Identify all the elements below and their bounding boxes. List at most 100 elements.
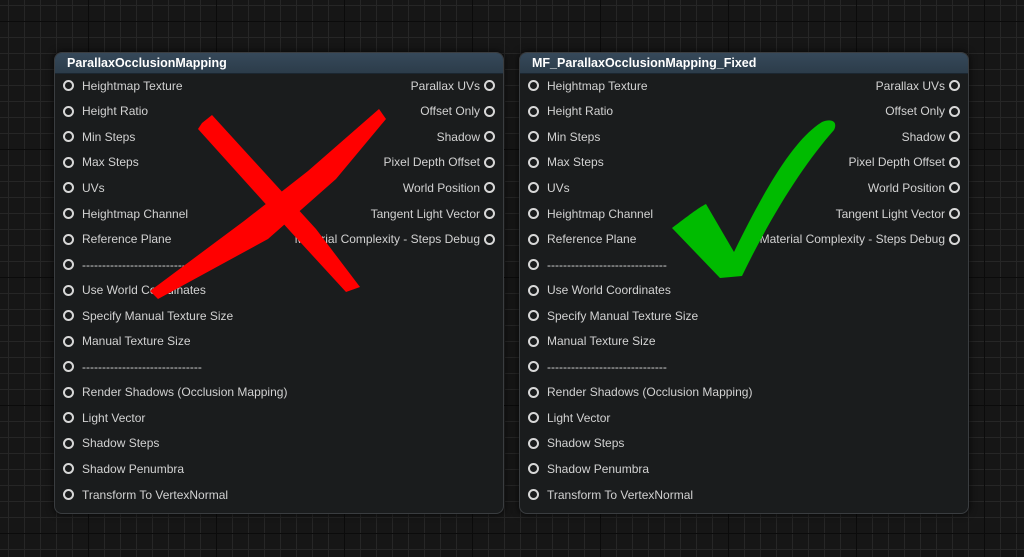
input-pin-row[interactable]: Shadow Penumbra bbox=[63, 456, 287, 482]
input-pin-row[interactable]: Height Ratio bbox=[63, 99, 287, 125]
input-pin-row[interactable]: Light Vector bbox=[528, 405, 752, 431]
output-pin-icon[interactable] bbox=[484, 80, 495, 92]
output-pin-row[interactable]: Pixel Depth Offset bbox=[295, 150, 495, 176]
input-pin-row[interactable]: Max Steps bbox=[528, 150, 752, 176]
output-pin-row[interactable]: Material Complexity - Steps Debug bbox=[760, 226, 960, 252]
node-title[interactable]: MF_ParallaxOcclusionMapping_Fixed bbox=[520, 53, 968, 74]
input-pin-icon[interactable] bbox=[528, 361, 539, 373]
output-pin-icon[interactable] bbox=[949, 233, 960, 245]
input-pin-row[interactable]: ------------------------------ bbox=[528, 354, 752, 380]
output-pin-icon[interactable] bbox=[949, 105, 960, 117]
input-pin-icon[interactable] bbox=[528, 437, 539, 449]
input-pin-icon[interactable] bbox=[63, 208, 74, 219]
input-pin-icon[interactable] bbox=[528, 310, 539, 322]
node-title[interactable]: ParallaxOcclusionMapping bbox=[55, 53, 503, 74]
input-pin-icon[interactable] bbox=[63, 386, 74, 398]
output-pin-icon[interactable] bbox=[484, 156, 495, 168]
input-pin-row[interactable]: UVs bbox=[528, 175, 752, 201]
input-pin-row[interactable]: ------------------------------ bbox=[528, 252, 752, 278]
input-pin-icon[interactable] bbox=[528, 489, 539, 501]
output-pin-row[interactable]: Parallax UVs bbox=[295, 73, 495, 99]
input-pin-row[interactable]: Shadow Steps bbox=[63, 431, 287, 457]
input-pin-icon[interactable] bbox=[528, 208, 539, 219]
output-pin-row[interactable]: Tangent Light Vector bbox=[760, 201, 960, 227]
input-pin-icon[interactable] bbox=[63, 335, 74, 347]
output-pin-icon[interactable] bbox=[949, 80, 960, 92]
input-pin-icon[interactable] bbox=[63, 284, 74, 296]
input-pin-row[interactable]: Shadow Steps bbox=[528, 431, 752, 457]
output-pin-row[interactable]: World Position bbox=[295, 175, 495, 201]
input-pin-row[interactable]: Reference Plane bbox=[528, 226, 752, 252]
input-pin-icon[interactable] bbox=[528, 233, 539, 245]
output-pin-icon[interactable] bbox=[949, 208, 960, 219]
output-pin-row[interactable]: World Position bbox=[760, 175, 960, 201]
output-pin-row[interactable]: Pixel Depth Offset bbox=[760, 150, 960, 176]
input-pin-icon[interactable] bbox=[63, 310, 74, 322]
output-pin-row[interactable]: Parallax UVs bbox=[760, 73, 960, 99]
input-pin-icon[interactable] bbox=[528, 463, 539, 475]
output-pin-icon[interactable] bbox=[484, 233, 495, 245]
input-pin-icon[interactable] bbox=[528, 284, 539, 296]
input-pin-row[interactable]: Heightmap Texture bbox=[63, 73, 287, 99]
input-pin-icon[interactable] bbox=[528, 80, 539, 92]
input-pin-icon[interactable] bbox=[63, 361, 74, 373]
input-pin-icon[interactable] bbox=[63, 182, 74, 194]
input-pin-icon[interactable] bbox=[63, 259, 74, 271]
input-pin-icon[interactable] bbox=[63, 489, 74, 501]
input-pin-row[interactable]: ------------------------------ bbox=[63, 252, 287, 278]
input-pin-icon[interactable] bbox=[63, 80, 74, 92]
input-pin-row[interactable]: Reference Plane bbox=[63, 226, 287, 252]
input-pin-row[interactable]: Transform To VertexNormal bbox=[63, 482, 287, 508]
input-pin-icon[interactable] bbox=[63, 131, 74, 143]
input-pin-icon[interactable] bbox=[528, 335, 539, 347]
input-pin-row[interactable]: Height Ratio bbox=[528, 99, 752, 125]
input-pin-icon[interactable] bbox=[63, 412, 74, 424]
input-pin-row[interactable]: Max Steps bbox=[63, 150, 287, 176]
output-pin-row[interactable]: Material Complexity - Steps Debug bbox=[295, 226, 495, 252]
output-pin-icon[interactable] bbox=[484, 208, 495, 219]
input-pin-icon[interactable] bbox=[63, 105, 74, 117]
output-pin-row[interactable]: Offset Only bbox=[760, 99, 960, 125]
input-pin-row[interactable]: Min Steps bbox=[528, 124, 752, 150]
output-pin-icon[interactable] bbox=[484, 182, 495, 194]
input-pin-row[interactable]: Use World Coordinates bbox=[63, 277, 287, 303]
input-pin-row[interactable]: UVs bbox=[63, 175, 287, 201]
output-pin-row[interactable]: Shadow bbox=[295, 124, 495, 150]
output-pin-icon[interactable] bbox=[484, 131, 495, 143]
output-pin-icon[interactable] bbox=[949, 131, 960, 143]
input-pin-row[interactable]: Specify Manual Texture Size bbox=[528, 303, 752, 329]
input-pin-row[interactable]: Render Shadows (Occlusion Mapping) bbox=[63, 380, 287, 406]
input-pin-icon[interactable] bbox=[63, 233, 74, 245]
input-pin-icon[interactable] bbox=[63, 437, 74, 449]
material-function-node-fixed[interactable]: MF_ParallaxOcclusionMapping_Fixed Height… bbox=[519, 52, 969, 514]
input-pin-row[interactable]: Heightmap Channel bbox=[63, 201, 287, 227]
output-pin-row[interactable]: Tangent Light Vector bbox=[295, 201, 495, 227]
input-pin-row[interactable]: Manual Texture Size bbox=[528, 328, 752, 354]
input-pin-row[interactable]: Specify Manual Texture Size bbox=[63, 303, 287, 329]
input-pin-icon[interactable] bbox=[528, 386, 539, 398]
input-pin-icon[interactable] bbox=[528, 182, 539, 194]
input-pin-icon[interactable] bbox=[528, 412, 539, 424]
output-pin-icon[interactable] bbox=[484, 105, 495, 117]
input-pin-icon[interactable] bbox=[528, 156, 539, 168]
input-pin-row[interactable]: Render Shadows (Occlusion Mapping) bbox=[528, 380, 752, 406]
material-function-node-original[interactable]: ParallaxOcclusionMapping Heightmap Textu… bbox=[54, 52, 504, 514]
input-pin-icon[interactable] bbox=[63, 463, 74, 475]
output-pin-row[interactable]: Shadow bbox=[760, 124, 960, 150]
input-pin-icon[interactable] bbox=[63, 156, 74, 168]
input-pin-icon[interactable] bbox=[528, 131, 539, 143]
input-pin-icon[interactable] bbox=[528, 259, 539, 271]
output-pin-icon[interactable] bbox=[949, 156, 960, 168]
input-pin-row[interactable]: Light Vector bbox=[63, 405, 287, 431]
input-pin-row[interactable]: Heightmap Texture bbox=[528, 73, 752, 99]
input-pin-row[interactable]: Heightmap Channel bbox=[528, 201, 752, 227]
input-pin-row[interactable]: Use World Coordinates bbox=[528, 277, 752, 303]
output-pin-icon[interactable] bbox=[949, 182, 960, 194]
input-pin-icon[interactable] bbox=[528, 105, 539, 117]
input-pin-row[interactable]: Min Steps bbox=[63, 124, 287, 150]
input-pin-row[interactable]: Manual Texture Size bbox=[63, 328, 287, 354]
input-pin-row[interactable]: ------------------------------ bbox=[63, 354, 287, 380]
input-pin-row[interactable]: Shadow Penumbra bbox=[528, 456, 752, 482]
output-pin-row[interactable]: Offset Only bbox=[295, 99, 495, 125]
input-pin-row[interactable]: Transform To VertexNormal bbox=[528, 482, 752, 508]
